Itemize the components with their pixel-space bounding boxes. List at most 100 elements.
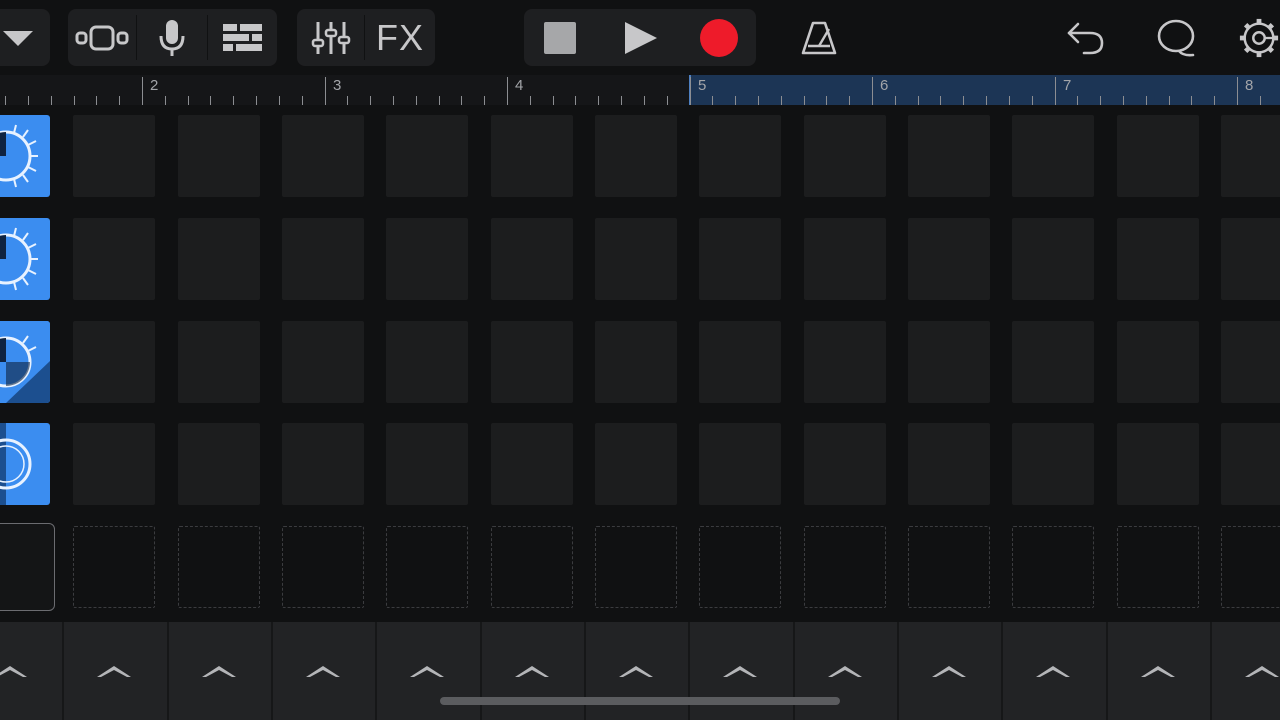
track-4-icon[interactable] — [0, 423, 50, 505]
column-trigger-button[interactable] — [293, 622, 353, 720]
loop-cell[interactable] — [1221, 423, 1280, 505]
chevron-up-icon — [1245, 666, 1279, 677]
loop-cell[interactable] — [491, 423, 573, 505]
track-menu-dropdown-icon[interactable] — [0, 9, 36, 66]
track-list-icon[interactable] — [208, 9, 277, 66]
loop-cell[interactable] — [908, 423, 990, 505]
loop-cell[interactable] — [386, 423, 468, 505]
empty-loop-cell[interactable] — [1221, 526, 1280, 608]
empty-loop-cell[interactable] — [908, 526, 990, 608]
loop-cell[interactable] — [282, 423, 364, 505]
loop-cell[interactable] — [1117, 115, 1199, 197]
record-button[interactable] — [682, 9, 756, 66]
loop-cell[interactable] — [1117, 218, 1199, 300]
column-trigger-button[interactable] — [502, 622, 562, 720]
stop-button[interactable] — [524, 9, 596, 66]
loop-cell[interactable] — [1012, 218, 1094, 300]
loop-cell[interactable] — [804, 423, 886, 505]
loop-cell[interactable] — [804, 115, 886, 197]
microphone-icon[interactable] — [137, 9, 207, 66]
empty-loop-cell[interactable] — [282, 526, 364, 608]
timeline-ruler[interactable]: 2 3 4 5 6 7 8 — [0, 75, 1280, 105]
fx-button[interactable]: FX — [365, 9, 435, 66]
metronome-button[interactable] — [790, 9, 848, 66]
loop-cell[interactable] — [178, 423, 260, 505]
loop-cell[interactable] — [1221, 115, 1280, 197]
loop-cell[interactable] — [1117, 423, 1199, 505]
ruler-tick — [1260, 96, 1261, 105]
home-indicator[interactable] — [440, 697, 840, 705]
loop-browser-button[interactable] — [1148, 9, 1204, 66]
column-trigger-button[interactable] — [1023, 622, 1083, 720]
track-1-icon[interactable] — [0, 115, 50, 197]
loop-cell[interactable] — [804, 218, 886, 300]
empty-loop-cell[interactable] — [73, 526, 155, 608]
loop-cell[interactable] — [1221, 218, 1280, 300]
column-trigger-button[interactable] — [606, 622, 666, 720]
empty-loop-cell[interactable] — [491, 526, 573, 608]
loop-cell[interactable] — [595, 218, 677, 300]
gear-icon — [1239, 18, 1279, 57]
column-trigger-button[interactable] — [919, 622, 979, 720]
loop-cell[interactable] — [595, 115, 677, 197]
loop-cell[interactable] — [386, 218, 468, 300]
column-trigger-button[interactable] — [189, 622, 249, 720]
loop-cell[interactable] — [908, 115, 990, 197]
loop-cell[interactable] — [73, 115, 155, 197]
loop-cell[interactable] — [491, 115, 573, 197]
loop-cell[interactable] — [699, 115, 781, 197]
loop-cell[interactable] — [73, 423, 155, 505]
loop-cell[interactable] — [282, 218, 364, 300]
loop-cell[interactable] — [699, 218, 781, 300]
ruler-tick — [667, 96, 668, 105]
ruler-tick — [302, 96, 303, 105]
track-3-icon[interactable] — [0, 321, 50, 403]
column-trigger-button[interactable] — [397, 622, 457, 720]
loop-cell[interactable] — [595, 321, 677, 403]
view-toggle-icon[interactable] — [68, 9, 136, 66]
ruler-bar-line — [1055, 77, 1056, 105]
loop-cell[interactable] — [282, 115, 364, 197]
mixer-icon[interactable] — [297, 9, 364, 66]
loop-cell[interactable] — [73, 321, 155, 403]
undo-button[interactable] — [1058, 9, 1114, 66]
loop-cell[interactable] — [386, 321, 468, 403]
loop-cell[interactable] — [1012, 423, 1094, 505]
column-trigger-button[interactable] — [815, 622, 875, 720]
column-trigger-button[interactable] — [84, 622, 144, 720]
loop-cell[interactable] — [73, 218, 155, 300]
loop-cell[interactable] — [178, 321, 260, 403]
loop-cell[interactable] — [491, 321, 573, 403]
empty-loop-cell[interactable] — [699, 526, 781, 608]
empty-loop-cell[interactable] — [178, 526, 260, 608]
track-2-icon[interactable] — [0, 218, 50, 300]
column-trigger-button[interactable] — [1128, 622, 1188, 720]
loop-cell[interactable] — [908, 321, 990, 403]
loop-cell[interactable] — [1012, 321, 1094, 403]
loop-cell[interactable] — [908, 218, 990, 300]
settings-button[interactable] — [1238, 9, 1280, 66]
loop-cell[interactable] — [804, 321, 886, 403]
empty-loop-cell[interactable] — [386, 526, 468, 608]
loop-cell[interactable] — [1221, 321, 1280, 403]
loop-cell[interactable] — [699, 321, 781, 403]
loop-cell[interactable] — [1012, 115, 1094, 197]
play-button[interactable] — [604, 9, 678, 66]
empty-loop-cell[interactable] — [595, 526, 677, 608]
loop-cell[interactable] — [178, 218, 260, 300]
loop-cell[interactable] — [282, 321, 364, 403]
column-trigger-button[interactable] — [710, 622, 770, 720]
loop-cell[interactable] — [595, 423, 677, 505]
loop-cell[interactable] — [491, 218, 573, 300]
empty-loop-cell[interactable] — [804, 526, 886, 608]
loop-cell[interactable] — [1117, 321, 1199, 403]
empty-loop-cell[interactable] — [1012, 526, 1094, 608]
loop-cell[interactable] — [699, 423, 781, 505]
ruler-tick — [530, 96, 531, 105]
loop-cell[interactable] — [386, 115, 468, 197]
column-trigger-button[interactable] — [1232, 622, 1280, 720]
track-5-icon[interactable] — [0, 523, 55, 611]
column-trigger-button[interactable] — [0, 622, 40, 720]
empty-loop-cell[interactable] — [1117, 526, 1199, 608]
loop-cell[interactable] — [178, 115, 260, 197]
